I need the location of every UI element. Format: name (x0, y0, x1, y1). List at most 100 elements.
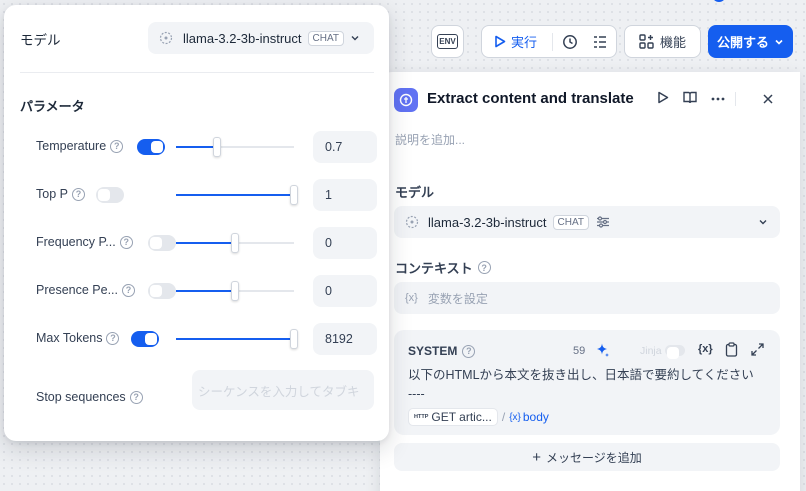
description-input[interactable]: 説明を追加... (395, 131, 465, 148)
clipboard-icon[interactable] (725, 342, 738, 357)
expand-icon[interactable] (751, 343, 764, 356)
slider-thumb[interactable] (231, 281, 239, 301)
help-icon[interactable]: ? (477, 261, 491, 274)
param-toggle[interactable] (137, 139, 165, 155)
param-toggle[interactable] (131, 331, 159, 347)
run-node-icon[interactable] (657, 91, 669, 104)
llm-node-icon (394, 88, 418, 112)
param-label: Frequency P...? (36, 235, 133, 249)
slider-fill (176, 194, 294, 196)
param-value-input[interactable]: 0.7 (313, 131, 377, 163)
help-icon[interactable]: ? (110, 139, 124, 153)
context-section-label: コンテキスト ? (395, 258, 491, 277)
jinja-toggle[interactable] (665, 345, 685, 359)
run-button[interactable]: 実行 (494, 32, 537, 51)
variable-separator: / (501, 410, 506, 424)
context-placeholder: 変数を設定 (427, 291, 488, 306)
close-icon[interactable] (763, 94, 773, 104)
context-variable-input[interactable]: {x} 変数を設定 (394, 282, 780, 314)
param-value-input[interactable]: 0 (313, 275, 377, 307)
popover-model-label: モデル (20, 33, 61, 48)
popover-model-selector[interactable]: llama-3.2-3b-instruct CHAT (148, 22, 374, 54)
param-value-input[interactable]: 0 (313, 227, 377, 259)
slider-thumb[interactable] (213, 137, 221, 157)
params-title: パラメータ (20, 99, 85, 114)
param-row: Top P? 1 (36, 179, 377, 211)
slider-thumb[interactable] (231, 233, 239, 253)
help-icon[interactable]: ? (129, 390, 143, 404)
slider-fill (176, 290, 235, 292)
param-label: Stop sequences ? (36, 390, 143, 404)
param-row: Frequency P...? 0 (36, 227, 377, 259)
param-slider[interactable] (176, 281, 294, 301)
book-icon[interactable] (683, 91, 697, 104)
param-slider[interactable] (176, 185, 298, 205)
env-icon: ENV (437, 34, 458, 49)
param-value-input[interactable]: 8192 (313, 323, 377, 355)
play-icon (495, 35, 506, 48)
toolbar-run-group: 実行 (481, 25, 617, 58)
chevron-down-icon (351, 36, 359, 41)
param-slider[interactable] (176, 329, 298, 349)
param-row: Max Tokens? 8192 (36, 323, 377, 355)
model-settings-icon[interactable] (596, 216, 610, 228)
variable-icon: {x} (405, 292, 418, 304)
chevron-down-icon (775, 39, 783, 45)
variable-reference: HTTP GET artic... / {x} body (408, 408, 549, 426)
stop-sequences-input[interactable]: シーケンスを入力してタブキ (192, 370, 374, 410)
param-label: Temperature? (36, 139, 124, 153)
popover-model-badge: CHAT (307, 30, 344, 46)
param-slider[interactable] (176, 233, 294, 253)
publish-label: 公開する (716, 35, 769, 50)
env-button[interactable]: ENV (431, 25, 464, 58)
param-toggle[interactable] (148, 283, 176, 299)
features-label: 機能 (659, 35, 686, 50)
param-slider[interactable] (176, 137, 294, 157)
node-panel: Extract content and translate 説明を追加... モ… (380, 72, 800, 491)
node-title[interactable]: Extract content and translate (427, 90, 634, 107)
jinja-label: Jinja (640, 345, 662, 357)
help-icon[interactable]: ? (119, 235, 133, 249)
plus-icon: + (532, 448, 541, 466)
system-prompt-text: 以下のHTMLから本文を抜き出し、日本語で要約してください ---- (408, 368, 754, 401)
param-row: Presence Pe...? 0 (36, 275, 377, 307)
model-name: llama-3.2-3b-instruct (428, 214, 547, 230)
history-icon[interactable] (562, 34, 578, 50)
help-icon[interactable]: ? (462, 344, 476, 358)
slider-fill (176, 242, 235, 244)
param-toggle[interactable] (148, 235, 176, 251)
model-params-popover: モデル llama-3.2-3b-instruct CHAT パラメータ Tem… (4, 5, 389, 441)
model-provider-icon (405, 215, 419, 229)
help-icon[interactable]: ? (122, 283, 135, 297)
slider-thumb[interactable] (290, 185, 298, 205)
popover-divider (20, 72, 374, 73)
model-provider-icon (159, 31, 173, 45)
param-row: Temperature? 0.7 (36, 131, 377, 163)
slider-fill (176, 146, 217, 148)
model-selector[interactable]: llama-3.2-3b-instruct CHAT (394, 206, 780, 238)
insert-variable-icon[interactable]: {x} (698, 343, 713, 355)
add-message-label: メッセージを追加 (546, 450, 642, 465)
help-icon[interactable]: ? (106, 331, 120, 345)
http-icon: HTTP (414, 414, 429, 420)
slider-fill (176, 338, 294, 340)
sparkle-icon[interactable] (594, 342, 610, 358)
param-toggle[interactable] (96, 187, 124, 203)
help-icon[interactable]: ? (71, 187, 85, 201)
more-icon[interactable] (711, 97, 725, 101)
system-prompt-editor[interactable]: SYSTEM ? 59 Jinja {x} 以下のHTMLから本文を抜き出し、日… (394, 330, 780, 435)
stop-placeholder: シーケンスを入力してタブキ (198, 384, 360, 399)
features-button[interactable]: 機能 (624, 25, 701, 58)
checklist-icon[interactable] (592, 34, 608, 50)
param-value-input[interactable]: 1 (313, 179, 377, 211)
param-label: Max Tokens? (36, 331, 120, 345)
publish-button[interactable]: 公開する (708, 25, 793, 58)
slider-thumb[interactable] (290, 329, 298, 349)
top-indicator (712, 0, 726, 2)
header-divider (735, 92, 736, 106)
toolbar-divider (552, 33, 553, 51)
variable-source-chip: HTTP GET artic... (408, 408, 498, 426)
apps-icon (639, 34, 654, 49)
add-message-button[interactable]: + メッセージを追加 (394, 443, 780, 471)
token-count: 59 (573, 345, 586, 357)
